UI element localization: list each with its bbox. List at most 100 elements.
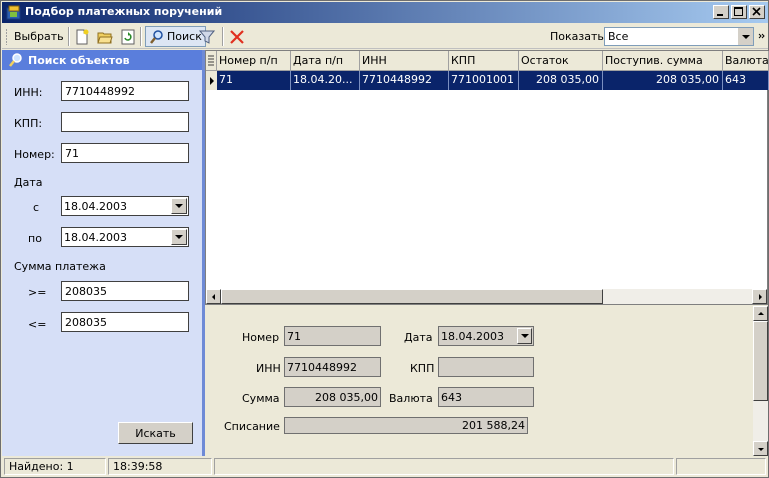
results-grid: Номер п/п Дата п/п ИНН КПП Остаток Посту… [205, 50, 769, 305]
toolbar: Выбрать Поиск Показать Все [2, 24, 768, 49]
date-from-value: 18.04.2003 [64, 200, 127, 213]
date-from-label: с [33, 201, 40, 214]
detail-kpp-label: КПП [410, 362, 435, 375]
detail-writeoff-label: Списание [224, 420, 280, 433]
date-from-picker[interactable]: 18.04.2003 [61, 196, 189, 216]
columns-icon [208, 55, 214, 66]
grip-handle[interactable] [5, 26, 9, 47]
maximize-icon [734, 7, 743, 16]
column-header[interactable]: КПП [449, 51, 519, 71]
chevron-down-icon[interactable] [517, 328, 532, 344]
chevron-down-icon[interactable] [171, 198, 187, 214]
column-header[interactable]: Дата п/п [291, 51, 360, 71]
inn-input[interactable]: 7710448992 [61, 81, 189, 101]
new-button[interactable] [74, 26, 90, 47]
detail-number-label: Номер [242, 331, 280, 344]
amount-ge-input[interactable]: 208035 [61, 281, 189, 301]
detail-currency-label: Валюта [389, 392, 433, 405]
table-cell: 208 035,00 [519, 71, 603, 90]
close-button[interactable] [749, 5, 765, 19]
status-panel [214, 458, 674, 475]
detail-sum-label: Сумма [242, 392, 280, 405]
select-button-label: Выбрать [14, 30, 64, 43]
column-header[interactable]: ИНН [360, 51, 449, 71]
table-cell: 643 [723, 71, 769, 90]
status-found-count: Найдено: 1 [4, 458, 106, 475]
refresh-button[interactable] [120, 26, 136, 47]
arrow-down-icon [757, 447, 764, 451]
close-icon [752, 7, 761, 16]
date-to-label: по [28, 232, 42, 245]
filter-button[interactable] [199, 26, 215, 47]
toolbar-separator [68, 27, 70, 46]
show-label: Показать [550, 30, 604, 43]
row-indicator-icon [206, 71, 217, 90]
arrow-right-icon [758, 293, 762, 300]
scroll-thumb[interactable] [221, 289, 603, 304]
scroll-up-button[interactable] [753, 306, 768, 321]
delete-button[interactable] [229, 26, 245, 47]
table-cell: 71 [217, 71, 291, 90]
detail-panel: Номер 71 Дата 18.04.2003 ИНН 7710448992 … [205, 306, 768, 456]
column-header[interactable]: Валюта [723, 51, 769, 71]
chevron-double-right-icon [758, 33, 765, 38]
show-filter-value: Все [608, 30, 629, 43]
status-panel [676, 458, 766, 475]
app-icon [6, 5, 21, 20]
table-row[interactable]: 71 18.04.20... 7710448992 771001001 208 … [206, 71, 769, 90]
search-button-label: Поиск [167, 30, 202, 43]
inn-label: ИНН: [14, 86, 43, 99]
search-panel: Поиск объектов ИНН: 7710448992 КПП: Номе… [2, 50, 202, 456]
open-button[interactable] [97, 26, 113, 47]
maximize-button[interactable] [731, 5, 747, 19]
date-to-picker[interactable]: 18.04.2003 [61, 227, 189, 247]
date-to-value: 18.04.2003 [64, 231, 127, 244]
grid-horizontal-scrollbar[interactable] [206, 289, 767, 304]
search-icon [9, 53, 22, 67]
detail-kpp-field [438, 357, 534, 377]
show-filter-select[interactable]: Все [604, 27, 754, 46]
toolbar-separator [222, 27, 224, 46]
toolbar-overflow-button[interactable] [758, 26, 766, 47]
filter-icon [199, 30, 215, 44]
detail-currency-field: 643 [438, 387, 534, 407]
table-cell: 771001001 [449, 71, 519, 90]
new-document-icon [76, 29, 89, 44]
date-label: Дата [14, 176, 43, 189]
detail-number-field: 71 [284, 326, 381, 346]
number-input[interactable]: 71 [61, 143, 189, 163]
detail-writeoff-field: 201 588,24 [284, 417, 528, 434]
minimize-icon [717, 14, 723, 16]
grid-column-chooser[interactable] [206, 51, 217, 71]
select-button[interactable]: Выбрать [14, 26, 64, 47]
scroll-left-button[interactable] [206, 289, 221, 304]
detail-sum-field: 208 035,00 [284, 387, 381, 407]
detail-inn-field: 7710448992 [284, 357, 381, 377]
kpp-input[interactable] [61, 112, 189, 132]
column-header[interactable]: Остаток [519, 51, 603, 71]
title-bar[interactable]: Подбор платежных поручений [2, 2, 768, 23]
search-toggle-button[interactable]: Поиск [145, 26, 206, 47]
detail-date-label: Дата [404, 331, 433, 344]
detail-vertical-scrollbar[interactable] [753, 306, 768, 456]
search-icon [150, 29, 163, 44]
main-window: Подбор платежных поручений Выбрать Поиск… [0, 0, 769, 478]
scroll-right-button[interactable] [752, 289, 767, 304]
scroll-thumb[interactable] [753, 321, 768, 401]
table-cell: 208 035,00 [603, 71, 723, 90]
amount-le-input[interactable]: 208035 [61, 312, 189, 332]
amount-ge-label: >= [28, 286, 47, 299]
number-label: Номер: [14, 148, 55, 161]
chevron-down-icon[interactable] [171, 229, 187, 245]
arrow-up-icon [757, 311, 764, 315]
search-submit-button[interactable]: Искать [118, 422, 193, 444]
detail-date-picker[interactable]: 18.04.2003 [438, 326, 534, 346]
status-bar: Найдено: 1 18:39:58 [2, 456, 768, 477]
minimize-button[interactable] [713, 5, 729, 19]
chevron-down-icon[interactable] [737, 28, 753, 45]
scroll-down-button[interactable] [753, 441, 768, 456]
column-header[interactable]: Поступив. сумма [603, 51, 723, 71]
amount-label: Сумма платежа [14, 260, 106, 273]
column-header[interactable]: Номер п/п [217, 51, 291, 71]
arrow-left-icon [211, 293, 215, 300]
